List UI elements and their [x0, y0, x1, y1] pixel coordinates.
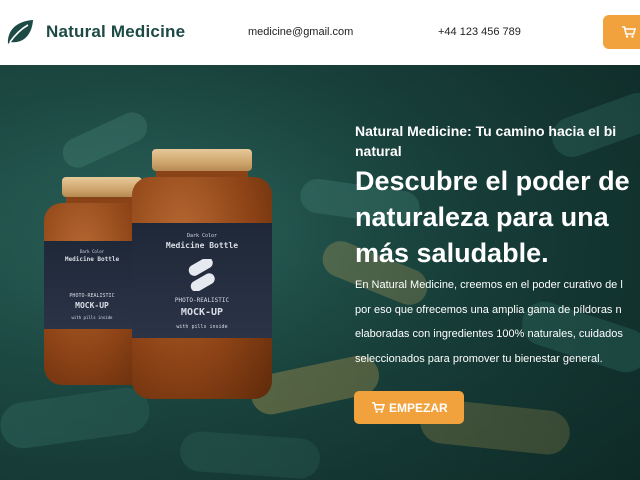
description-line: por eso que ofrecemos una amplia gama de… — [355, 303, 622, 316]
label-line: Medicine Bottle — [64, 256, 120, 263]
bottle-cap — [152, 149, 252, 171]
leaf-icon[interactable] — [5, 18, 35, 46]
description-line: En Natural Medicine, creemos en el poder… — [355, 279, 623, 291]
headline-line: más saludable. — [355, 238, 549, 268]
label-line: MOCK-UP — [75, 301, 109, 310]
bottle-label: Dark Color Medicine Bottle PHOTO-REALIST… — [132, 223, 272, 338]
bottle-label: Dark Color Medicine Bottle PHOTO-REALIST… — [44, 241, 140, 329]
headline-line: Descubre el poder de — [355, 166, 630, 196]
label-line: Medicine Bottle — [165, 241, 239, 250]
cart-button[interactable] — [603, 15, 640, 49]
label-line: PHOTO-REALISTIC — [69, 293, 115, 299]
contact-email[interactable]: medicine@gmail.com — [248, 26, 353, 38]
contact-phone[interactable]: +44 123 456 789 — [438, 26, 521, 38]
label-line: with pills inside — [71, 315, 113, 320]
tagline-line: Natural Medicine: Tu camino hacia el bi — [355, 123, 617, 139]
pill-icon — [188, 259, 215, 291]
start-button[interactable]: EMPEZAR — [354, 391, 464, 424]
tagline-line: natural — [355, 143, 402, 159]
bottle-cap — [62, 177, 142, 197]
hero-description: En Natural Medicine, creemos en el poder… — [355, 273, 640, 371]
hero-section: Dark Color Medicine Bottle PHOTO-REALIST… — [0, 65, 640, 480]
label-line: with pills inside — [176, 324, 228, 330]
description-line: elaboradas con ingredientes 100% natural… — [355, 328, 623, 340]
hero-tagline: Natural Medicine: Tu camino hacia el bi … — [355, 121, 640, 161]
label-line: PHOTO-REALISTIC — [174, 297, 230, 304]
start-button-label: EMPEZAR — [389, 401, 448, 415]
hero-headline: Descubre el poder de naturaleza para una… — [355, 163, 640, 271]
brand-name[interactable]: Natural Medicine — [46, 22, 185, 42]
site-header: Natural Medicine medicine@gmail.com +44 … — [0, 0, 640, 65]
medicine-bottle-front: Dark Color Medicine Bottle PHOTO-REALIST… — [132, 149, 272, 399]
label-line: Dark Color — [186, 233, 218, 239]
cart-icon — [372, 402, 385, 413]
headline-line: naturaleza para una — [355, 202, 609, 232]
label-line: MOCK-UP — [180, 307, 224, 318]
description-line: seleccionados para promover tu bienestar… — [355, 352, 603, 365]
cart-icon — [622, 26, 636, 38]
label-line: Dark Color — [79, 249, 105, 254]
